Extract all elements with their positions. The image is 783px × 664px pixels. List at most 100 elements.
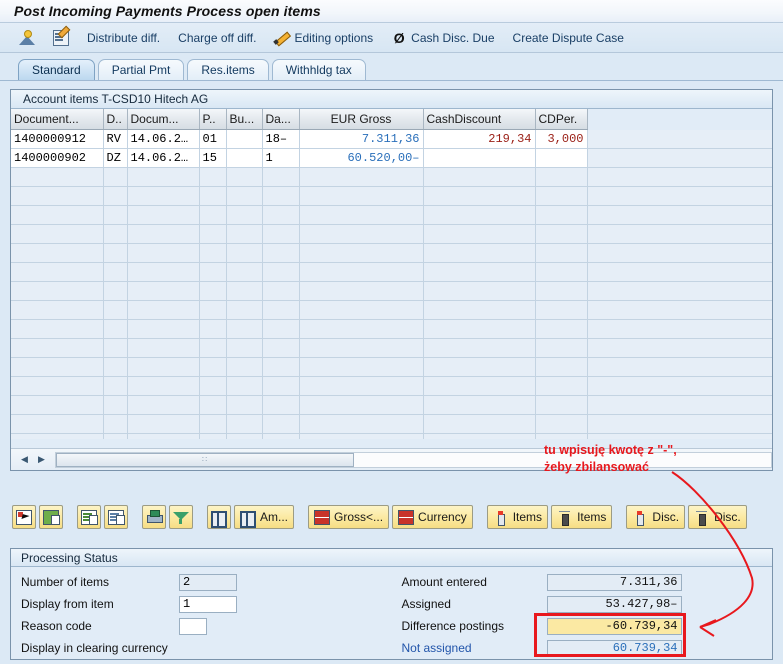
display-clearing-currency-label[interactable]: Display in clearing currency bbox=[21, 641, 168, 655]
table-row-empty[interactable] bbox=[11, 243, 772, 263]
col-header-eur-gross[interactable]: EUR Gross bbox=[299, 109, 424, 130]
annotation-highlight-box bbox=[534, 613, 686, 657]
table-row-empty[interactable] bbox=[11, 319, 772, 339]
cell-cashdiscount[interactable] bbox=[423, 148, 536, 168]
number-of-items-input[interactable]: 2 bbox=[179, 573, 237, 591]
cell-cdper[interactable] bbox=[535, 148, 588, 168]
col-header-bu[interactable]: Bu... bbox=[226, 109, 263, 130]
cell-doctype[interactable]: RV bbox=[103, 129, 128, 149]
reason-code-input[interactable] bbox=[179, 617, 207, 635]
deselect-all-button[interactable] bbox=[39, 505, 63, 529]
table-row-empty[interactable] bbox=[11, 376, 772, 396]
deactivate-disc-label: Disc. bbox=[714, 510, 741, 524]
col-header-doctype[interactable]: D.. bbox=[103, 109, 128, 130]
cell-cdper[interactable]: 3,000 bbox=[535, 129, 588, 149]
cell-doctype[interactable]: DZ bbox=[103, 148, 128, 168]
cell-empty bbox=[11, 262, 104, 282]
col-header-da[interactable]: Da... bbox=[262, 109, 300, 130]
row-display-clearing-currency: Display in clearing currency bbox=[11, 637, 392, 659]
currency-button[interactable]: Currency bbox=[392, 505, 473, 529]
table-row-empty[interactable] bbox=[11, 395, 772, 415]
assigned-value[interactable]: 53.427,98– bbox=[546, 595, 682, 613]
cell-p[interactable]: 01 bbox=[199, 129, 227, 149]
table-row-empty[interactable] bbox=[11, 338, 772, 358]
select-all-button[interactable] bbox=[12, 505, 36, 529]
cell-empty bbox=[299, 376, 424, 396]
charge-off-diff-button[interactable]: Charge off diff. bbox=[169, 29, 265, 47]
distribute-diff-button[interactable]: Distribute diff. bbox=[78, 29, 169, 47]
table-row[interactable]: 1400000902 DZ 14.06.2… 15 1 60.520,00– bbox=[11, 148, 772, 168]
tab-withhldg-tax-label: Withhldg tax bbox=[285, 63, 352, 77]
tab-res-items[interactable]: Res.items bbox=[187, 59, 269, 80]
row-display-from-item: Display from item 1 bbox=[11, 593, 392, 615]
table-row-empty[interactable] bbox=[11, 224, 772, 244]
table-row-empty[interactable] bbox=[11, 262, 772, 282]
cell-empty bbox=[127, 224, 200, 244]
cell-document[interactable]: 1400000902 bbox=[11, 148, 104, 168]
cell-docdate[interactable]: 14.06.2… bbox=[127, 148, 200, 168]
scroll-left-arrow-icon[interactable]: ◀ bbox=[16, 452, 33, 468]
cell-bu[interactable] bbox=[226, 148, 263, 168]
cell-eurgross[interactable]: 60.520,00– bbox=[299, 148, 424, 168]
cell-eurgross[interactable]: 7.311,36 bbox=[299, 129, 424, 149]
cell-cashdiscount[interactable]: 219,34 bbox=[423, 129, 536, 149]
print-button[interactable] bbox=[142, 505, 166, 529]
col-header-cash-discount[interactable]: CashDiscount bbox=[423, 109, 536, 130]
cell-document[interactable]: 1400000912 bbox=[11, 129, 104, 149]
cell-empty bbox=[299, 205, 424, 225]
table-row-empty[interactable] bbox=[11, 433, 772, 439]
table-row-empty[interactable] bbox=[11, 300, 772, 320]
distribute-person-button[interactable] bbox=[10, 28, 44, 48]
tab-partial-pmt[interactable]: Partial Pmt bbox=[97, 59, 185, 80]
create-dispute-case-button[interactable]: Create Dispute Case bbox=[504, 29, 633, 47]
table-row-empty[interactable] bbox=[11, 186, 772, 206]
cell-da[interactable]: 1 bbox=[262, 148, 300, 168]
scrollbar-thumb[interactable]: ∷ bbox=[56, 452, 354, 467]
tab-standard[interactable]: Standard bbox=[18, 59, 95, 80]
search-amount-button[interactable]: Am... bbox=[234, 505, 295, 529]
table-row-empty[interactable] bbox=[11, 414, 772, 434]
table-row[interactable]: 1400000912 RV 14.06.2… 01 18– 7.311,36 219,34 3… bbox=[11, 129, 772, 149]
cell-empty bbox=[535, 395, 588, 415]
cell-empty bbox=[199, 395, 227, 415]
scroll-right-arrow-icon[interactable]: ▶ bbox=[33, 452, 50, 468]
table-row-empty[interactable] bbox=[11, 205, 772, 225]
display-from-item-input[interactable]: 1 bbox=[179, 595, 237, 613]
deactivate-disc-button[interactable]: Disc. bbox=[688, 505, 747, 529]
cell-empty bbox=[299, 395, 424, 415]
not-assigned-label[interactable]: Not assigned bbox=[402, 641, 547, 655]
activate-disc-button[interactable]: Disc. bbox=[626, 505, 686, 529]
col-header-document[interactable]: Document... bbox=[11, 109, 104, 130]
col-header-cd-per[interactable]: CDPer. bbox=[535, 109, 588, 130]
note-edit-button[interactable] bbox=[44, 28, 78, 48]
table-row-empty[interactable] bbox=[11, 357, 772, 377]
filter-button[interactable] bbox=[169, 505, 193, 529]
cell-da[interactable]: 18– bbox=[262, 129, 300, 149]
annotation-line-1: tu wpisuję kwotę z "-", bbox=[544, 443, 677, 457]
account-items-grid[interactable]: Document... D.. Docum... P.. Bu... Da...… bbox=[11, 109, 772, 439]
account-items-table: Document... D.. Docum... P.. Bu... Da...… bbox=[11, 109, 772, 439]
cell-empty bbox=[299, 186, 424, 206]
lamp-on-icon bbox=[493, 510, 509, 526]
activate-items-button[interactable]: Items bbox=[486, 505, 549, 529]
cell-docdate[interactable]: 14.06.2… bbox=[127, 129, 200, 149]
search-button[interactable] bbox=[207, 505, 231, 529]
sort-descending-button[interactable] bbox=[104, 505, 128, 529]
col-header-p[interactable]: P.. bbox=[199, 109, 227, 130]
col-header-docdate[interactable]: Docum... bbox=[127, 109, 200, 130]
amount-entered-value[interactable]: 7.311,36 bbox=[546, 573, 682, 591]
cash-disc-due-button[interactable]: Ø Cash Disc. Due bbox=[382, 28, 503, 48]
table-row-empty[interactable] bbox=[11, 281, 772, 301]
tab-withhldg-tax[interactable]: Withhldg tax bbox=[271, 59, 366, 80]
cell-bu[interactable] bbox=[226, 129, 263, 149]
cell-p[interactable]: 15 bbox=[199, 148, 227, 168]
cell-empty bbox=[199, 300, 227, 320]
table-row-empty[interactable] bbox=[11, 167, 772, 187]
sort-ascending-button[interactable] bbox=[77, 505, 101, 529]
deactivate-items-button[interactable]: Items bbox=[551, 505, 613, 529]
cell-filler bbox=[587, 129, 772, 149]
editing-options-button[interactable]: Editing options bbox=[265, 28, 382, 48]
cell-empty bbox=[587, 262, 772, 282]
cell-empty bbox=[535, 167, 588, 187]
gross-less-button[interactable]: Gross<... bbox=[308, 505, 390, 529]
